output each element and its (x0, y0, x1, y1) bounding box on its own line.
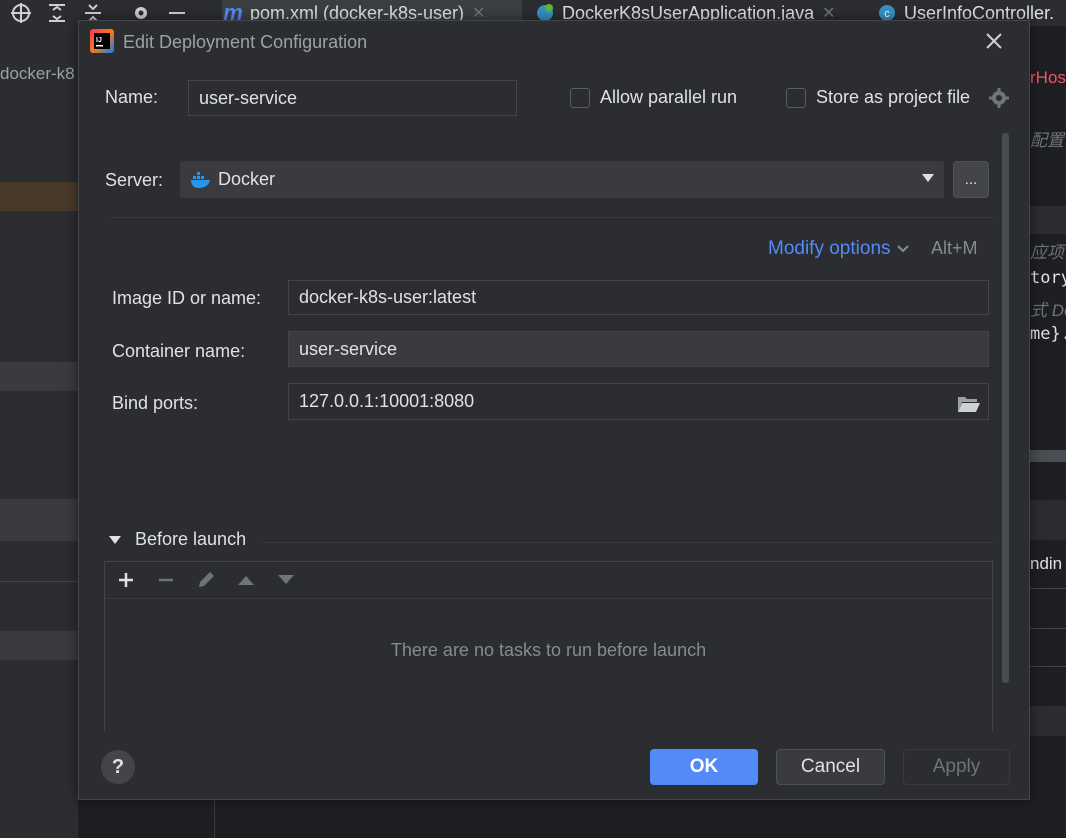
before-launch-toolbar (105, 562, 992, 599)
remove-icon[interactable] (155, 569, 177, 591)
add-icon[interactable] (115, 569, 137, 591)
intellij-logo-icon: IJ (90, 29, 114, 53)
ports-label: Bind ports: (112, 393, 199, 413)
horizontal-scrollbar[interactable] (1030, 450, 1066, 462)
project-row[interactable] (0, 499, 78, 541)
allow-parallel-run-checkbox[interactable]: Allow parallel run (570, 87, 737, 108)
modify-options-label: Modify options (768, 238, 891, 259)
bind-ports-input[interactable] (288, 383, 989, 420)
checkbox-box[interactable] (786, 87, 806, 108)
code-fragment: tory (1030, 268, 1066, 288)
image-id-input[interactable] (288, 280, 989, 315)
name-label: Name: (105, 87, 159, 107)
project-selected-row[interactable] (0, 182, 78, 211)
ok-button[interactable]: OK (650, 749, 758, 785)
code-fragment: 应项 (1030, 243, 1064, 262)
chevron-down-icon (922, 174, 934, 182)
status-area (78, 800, 1030, 838)
divider (111, 217, 993, 218)
svg-text:c: c (884, 8, 890, 20)
docker-icon (190, 171, 212, 189)
scrollbar-thumb[interactable] (1002, 133, 1009, 683)
store-as-project-file-label: Store as project file (816, 87, 971, 107)
project-name: docker-k8 (0, 64, 75, 83)
image-label: Image ID or name: (112, 288, 262, 308)
editor-code-area: rHos 配置 应项 tory 式 Do me}. ndin (1030, 26, 1066, 838)
before-launch-toggle[interactable]: Before launch (109, 529, 246, 550)
before-launch-panel: There are no tasks to run before launch (104, 561, 993, 731)
server-dropdown[interactable]: Docker (180, 161, 944, 198)
vertical-scrollbar[interactable] (1000, 133, 1010, 683)
expand-all-icon[interactable] (46, 2, 68, 24)
chevron-down-icon (896, 245, 909, 253)
expand-triangle-icon (109, 535, 121, 544)
panel-row (1030, 706, 1066, 736)
project-row[interactable] (0, 362, 78, 391)
edit-deployment-dialog: IJ Edit Deployment Configuration Name: A… (78, 20, 1030, 800)
server-label: Server: (105, 170, 164, 190)
project-row[interactable] (0, 631, 78, 660)
panel-header (1030, 500, 1066, 540)
code-fragment: me}. (1030, 324, 1066, 344)
code-fragment: rHos (1030, 68, 1066, 87)
divider (1030, 628, 1066, 629)
move-up-icon[interactable] (235, 569, 257, 591)
edit-pencil-icon[interactable] (195, 569, 217, 591)
dialog-title: Edit Deployment Configuration (123, 32, 368, 52)
name-input[interactable] (188, 80, 517, 116)
allow-parallel-run-label: Allow parallel run (600, 87, 738, 107)
close-icon[interactable] (983, 30, 1005, 52)
project-panel: docker-k8 (0, 26, 78, 838)
move-down-icon[interactable] (275, 569, 297, 591)
code-fragment: 配置 (1030, 131, 1064, 150)
cancel-button[interactable]: Cancel (776, 749, 885, 785)
server-value: Docker (218, 169, 276, 189)
divider (214, 800, 215, 838)
divider (0, 581, 78, 582)
code-fragment: 式 Do (1030, 301, 1066, 320)
code-fragment: ndin (1030, 554, 1063, 573)
svg-text:IJ: IJ (96, 37, 102, 44)
gear-icon[interactable] (988, 87, 1010, 109)
divider (263, 542, 993, 543)
divider (1030, 588, 1066, 589)
container-name-input[interactable] (288, 331, 989, 367)
empty-tasks-message: There are no tasks to run before launch (390, 640, 707, 660)
modify-options-shortcut: Alt+M (931, 238, 978, 258)
checkbox-box[interactable] (570, 87, 590, 108)
locate-icon[interactable] (10, 2, 32, 24)
store-as-project-file-checkbox[interactable]: Store as project file (786, 87, 970, 108)
help-button[interactable]: ? (101, 750, 135, 784)
folder-icon[interactable] (957, 394, 981, 414)
code-highlight-row (1030, 206, 1066, 234)
divider (1030, 666, 1066, 667)
apply-button[interactable]: Apply (903, 749, 1010, 785)
browse-servers-button[interactable]: ... (953, 161, 989, 198)
modify-options-link[interactable]: Modify options (768, 238, 909, 260)
before-launch-label: Before launch (135, 529, 247, 549)
container-label: Container name: (112, 341, 246, 361)
